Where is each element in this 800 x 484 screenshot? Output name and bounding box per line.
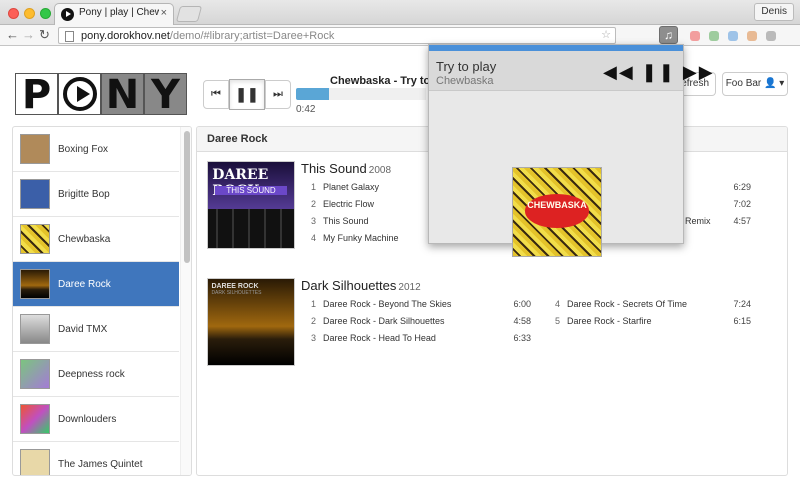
- track-row[interactable]: 1 Daree Rock - Beyond The Skies 6:00: [311, 299, 531, 315]
- popup-header: Try to play Chewbaska ◀◀ ❚❚ ▶▶: [429, 51, 713, 91]
- artist-name: Daree Rock: [58, 278, 111, 290]
- artist-name: Deepness rock: [58, 368, 125, 380]
- artist-name: The James Quintet: [58, 458, 143, 470]
- artist-name: Chewbaska: [58, 233, 111, 245]
- previous-track-button[interactable]: ⏮: [203, 80, 229, 109]
- now-playing-popup: Try to play Chewbaska ◀◀ ❚❚ ▶▶ CHEWBASKA: [428, 44, 713, 257]
- track-row[interactable]: 3 Daree Rock - Head To Head 6:33: [311, 333, 531, 349]
- progress-bar[interactable]: [296, 88, 426, 100]
- artist-thumbnail: [20, 179, 50, 209]
- new-tab-button[interactable]: [175, 6, 203, 22]
- artist-name: Boxing Fox: [58, 143, 109, 155]
- elapsed-time: 0:42: [296, 104, 316, 115]
- user-menu-button[interactable]: Foo Bar 👤 ▾: [722, 72, 788, 96]
- pause-button[interactable]: ❚❚: [229, 79, 265, 110]
- url-host: pony.dorokhov.net: [81, 30, 170, 42]
- player-controls: ⏮ ❚❚ ⏭: [203, 79, 291, 110]
- cover-logo-text: CHEWBASKA: [525, 194, 589, 228]
- artist-thumbnail: [20, 449, 50, 475]
- album-title: Dark Silhouettes 2012: [301, 278, 421, 293]
- close-window-button[interactable]: [8, 8, 19, 19]
- popup-album-art: CHEWBASKA: [512, 167, 602, 257]
- artist-thumbnail: [20, 314, 50, 344]
- artist-thumbnail: [20, 269, 50, 299]
- profile-button[interactable]: Denis: [754, 3, 794, 21]
- browser-toolbar: ← → ↻ pony.dorokhov.net/demo/#library;ar…: [0, 25, 800, 46]
- popup-playback-controls[interactable]: ◀◀ ❚❚ ▶▶: [603, 62, 715, 83]
- album-dark-silhouettes: DAREE ROCK DARK SILHOUETTES Dark Silhoue…: [207, 278, 777, 378]
- logo-play-icon: [58, 73, 101, 115]
- tab-close-icon[interactable]: ×: [161, 7, 167, 19]
- logo-letter-n: N: [101, 73, 144, 116]
- track-row[interactable]: 5 Daree Rock - Starfire 6:15: [555, 316, 751, 332]
- track-row[interactable]: 2 Daree Rock - Dark Silhouettes 4:58: [311, 316, 531, 332]
- popup-artist-name: Chewbaska: [436, 75, 494, 87]
- pony-extension-music-icon[interactable]: ♫: [659, 26, 678, 44]
- cover-album-text: DARK SILHOUETTES: [211, 290, 262, 297]
- logo-letter-y: Y: [144, 73, 187, 116]
- back-icon[interactable]: ←: [6, 27, 19, 43]
- extension-icon[interactable]: [690, 31, 700, 41]
- reload-icon[interactable]: ↻: [39, 27, 50, 43]
- browser-tab-bar: Pony | play | Chewbaska × Denis: [0, 0, 800, 25]
- extension-icon[interactable]: [747, 31, 757, 41]
- artist-name: Downlouders: [58, 413, 117, 425]
- album-cover[interactable]: DAREE ROCK THIS SOUND: [207, 161, 295, 249]
- forward-icon[interactable]: →: [22, 27, 35, 43]
- artist-item[interactable]: Deepness rock: [13, 352, 179, 397]
- extension-icon[interactable]: [766, 31, 776, 41]
- popup-song-title: Try to play: [436, 59, 497, 74]
- bookmark-star-icon[interactable]: ☆: [601, 28, 611, 41]
- artist-item[interactable]: The James Quintet: [13, 442, 179, 475]
- browser-tab[interactable]: Pony | play | Chewbaska ×: [54, 3, 174, 25]
- scrollbar-thumb[interactable]: [184, 131, 190, 263]
- artist-name: Brigitte Bop: [58, 188, 110, 200]
- artist-item[interactable]: Brigitte Bop: [13, 172, 179, 217]
- album-year: 2012: [398, 282, 421, 293]
- extension-icon[interactable]: [709, 31, 719, 41]
- progress-fill: [296, 88, 329, 100]
- artist-item[interactable]: Chewbaska: [13, 217, 179, 262]
- artist-name: David TMX: [58, 323, 108, 335]
- album-year: 2008: [368, 165, 392, 176]
- artist-list: Boxing Fox Brigitte Bop Chewbaska Daree …: [12, 126, 192, 476]
- pony-favicon-icon: [61, 8, 74, 21]
- artist-thumbnail: [20, 224, 50, 254]
- logo-letter-p: P: [15, 73, 58, 116]
- next-track-button[interactable]: ⏭: [265, 80, 291, 109]
- pony-logo: P N Y: [15, 73, 187, 116]
- artist-item-active[interactable]: Daree Rock: [13, 262, 179, 307]
- extension-icon[interactable]: [728, 31, 738, 41]
- artist-thumbnail: [20, 404, 50, 434]
- url-path: /demo/#library;artist=Daree+Rock: [169, 30, 335, 42]
- tab-title: Pony | play | Chewbaska: [79, 7, 159, 18]
- album-title: This Sound 2008: [301, 161, 392, 176]
- album-cover[interactable]: DAREE ROCK DARK SILHOUETTES: [207, 278, 295, 366]
- page-icon: [65, 31, 74, 42]
- cover-album-text: THIS SOUND: [214, 186, 288, 196]
- track-row[interactable]: 4 Daree Rock - Secrets Of Time 7:24: [555, 299, 751, 315]
- artist-item[interactable]: Downlouders: [13, 397, 179, 442]
- address-bar[interactable]: pony.dorokhov.net/demo/#library;artist=D…: [58, 27, 616, 44]
- artist-thumbnail: [20, 359, 50, 389]
- artist-item[interactable]: David TMX: [13, 307, 179, 352]
- artist-item[interactable]: Boxing Fox: [13, 127, 179, 172]
- minimize-window-button[interactable]: [24, 8, 35, 19]
- zoom-window-button[interactable]: [40, 8, 51, 19]
- track-fragment: Remix: [685, 216, 711, 226]
- artist-thumbnail: [20, 134, 50, 164]
- extension-icons: [690, 31, 785, 44]
- sidebar-scrollbar[interactable]: [180, 127, 191, 475]
